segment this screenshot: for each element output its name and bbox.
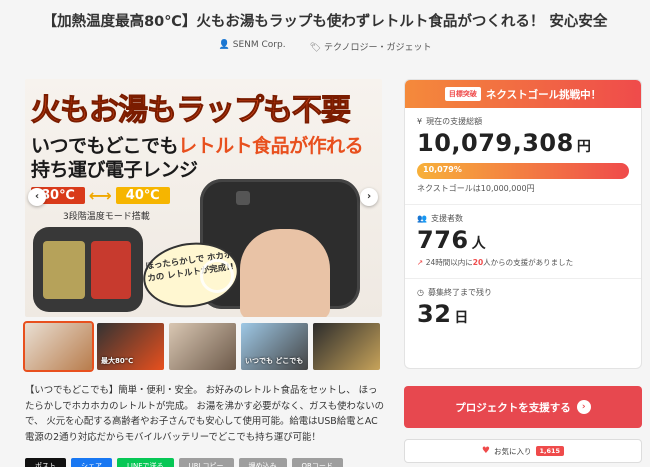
hero-line3: 持ち運び電子レンジ — [31, 159, 198, 181]
project-description: 【いつでもどこでも】簡単・便利・安全。 お好みのレトルト食品をセットし、 ほった… — [25, 385, 384, 443]
share-facebook-button[interactable]: シェア — [71, 458, 112, 467]
goal-achieved-badge: 目標突破 — [444, 87, 481, 101]
share-bar: ポスト シェア LINEで送る URLコピー 埋め込み QRコード — [25, 458, 343, 467]
users-icon: 👥 — [417, 214, 427, 223]
next-image-button[interactable]: › — [360, 188, 378, 206]
backers-label: 👥 支援者数 — [417, 214, 463, 223]
mode-text: 3段階温度モード搭載 — [63, 212, 150, 222]
progress-bar: 10,079% — [417, 163, 629, 179]
recent-backers-note: ↗ 24時間以内に20人からの支援がありました — [417, 258, 574, 267]
prev-image-button[interactable]: ‹ — [28, 188, 46, 206]
yen-icon: ¥ — [417, 117, 423, 126]
progress-percent: 10,079% — [423, 165, 462, 174]
share-line-button[interactable]: LINEで送る — [117, 458, 174, 467]
qr-code-button[interactable]: QRコード — [291, 458, 343, 467]
arrow-right-icon: › — [576, 400, 591, 414]
heart-icon: ♥ — [481, 446, 490, 456]
raised-label: ¥ 現在の支援総額 — [417, 117, 483, 126]
backers-count: 776 人 — [417, 226, 487, 254]
share-x-button[interactable]: ポスト — [25, 458, 66, 467]
copy-url-button[interactable]: URLコピー — [178, 458, 234, 467]
hand-image — [240, 229, 330, 317]
remaining-label: ◷ 募集終了まで残り — [417, 288, 492, 297]
play-icon[interactable] — [200, 259, 234, 293]
thumbnail[interactable] — [169, 323, 236, 370]
author-link[interactable]: 👤 SENM Corp. — [219, 40, 286, 53]
temperature-range: 80℃ ⟷ 40℃ — [31, 186, 170, 205]
thumbnail[interactable]: いつでも どこでも — [241, 323, 308, 370]
favorite-count: 1,615 — [535, 446, 565, 456]
tag-icon: 🏷 — [309, 43, 321, 53]
favorite-button[interactable]: ♥ お気に入り 1,615 — [404, 439, 642, 463]
thumbnail[interactable]: 最大80℃ — [97, 323, 164, 370]
remaining-days: 32 日 — [417, 300, 469, 328]
pouch-image — [33, 227, 143, 312]
thumbnail-strip: 最大80℃ いつでも どこでも — [23, 321, 380, 372]
page-title: 【加熱温度最高80℃】火もお湯もラップも使わずレトルト食品がつくれる！ 安心安全 — [42, 14, 608, 30]
user-icon: 👤 — [218, 40, 230, 50]
thumbnail[interactable] — [23, 321, 94, 372]
next-goal-text: ネクストゴールは10,000,000円 — [417, 184, 535, 193]
hero-headline: 火もお湯もラップも不要 — [31, 93, 352, 129]
project-meta: 👤 SENM Corp. 🏷 テクノロジー・ガジェット — [0, 40, 650, 53]
embed-button[interactable]: 埋め込み — [238, 458, 287, 467]
next-goal-banner: 目標突破 ネクストゴール挑戦中！ — [405, 80, 641, 108]
support-project-button[interactable]: プロジェクトを支援する › — [404, 386, 642, 428]
raised-amount: 10,079,308 円 — [417, 129, 592, 157]
thumbnail[interactable] — [313, 323, 380, 370]
main-image[interactable]: 火もお湯もラップも不要 いつでもどこでもレトルト食品が作れる 持ち運び電子レンジ… — [25, 79, 382, 317]
funding-card: 目標突破 ネクストゴール挑戦中！ ¥ 現在の支援総額 10,079,308 円 10… — [404, 79, 642, 369]
category-link[interactable]: 🏷 テクノロジー・ガジェット — [310, 40, 432, 53]
hero-line2: いつでもどこでもレトルト食品が作れる — [31, 135, 364, 157]
clock-icon: ◷ — [417, 288, 424, 297]
trend-icon: ↗ — [417, 258, 424, 267]
